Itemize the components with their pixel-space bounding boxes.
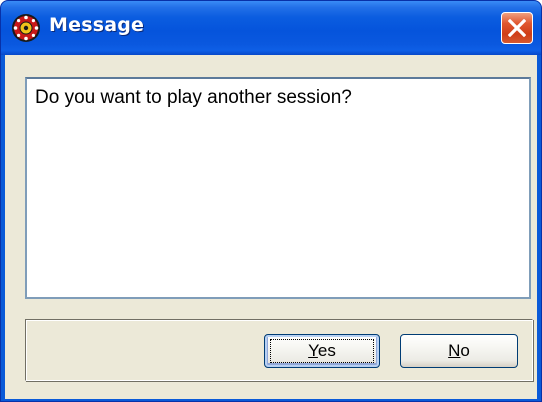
dialog-body: Do you want to play another session? Yes… [5, 55, 537, 399]
yes-button[interactable]: Yes [264, 334, 380, 368]
close-button[interactable] [501, 12, 533, 44]
message-text: Do you want to play another session? [35, 87, 352, 108]
roulette-wheel-icon [12, 14, 40, 42]
close-icon [508, 19, 526, 37]
title-bar[interactable]: Message [1, 1, 541, 55]
message-dialog: Message Do you want to play another sess… [0, 0, 542, 402]
no-button[interactable]: No [400, 334, 518, 368]
button-panel: Yes No [25, 319, 533, 381]
message-text-area[interactable]: Do you want to play another session? [25, 77, 531, 299]
window-title: Message [49, 14, 145, 36]
no-label: o [460, 341, 470, 360]
no-mnemonic: N [448, 341, 461, 360]
focus-ring [270, 339, 374, 363]
